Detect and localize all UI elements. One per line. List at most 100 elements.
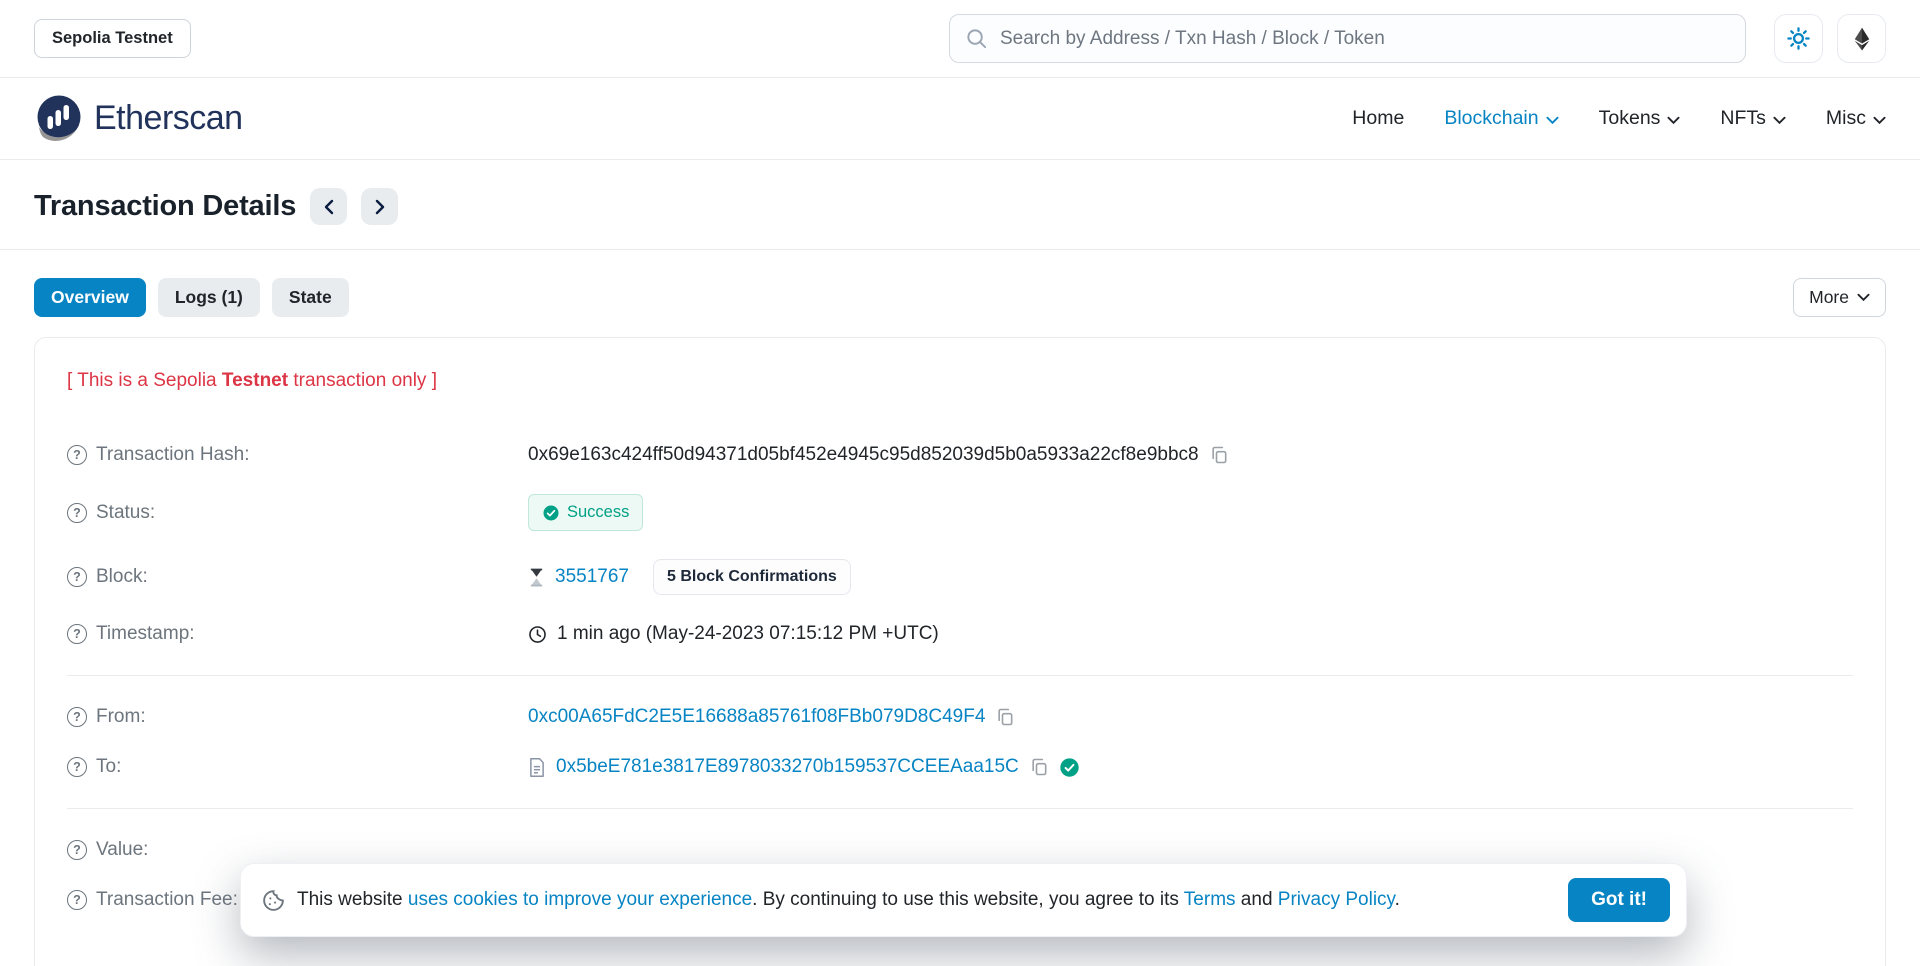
- etherscan-logo-icon: [34, 93, 84, 145]
- testnet-notice: [ This is a Sepolia Testnet transaction …: [67, 370, 1853, 392]
- row-label-text: To:: [96, 756, 121, 778]
- tabs-row: Overview Logs (1) State More: [0, 250, 1920, 317]
- row-from: ? From: 0xc00A65FdC2E5E16688a85761f08FBb…: [67, 692, 1853, 742]
- tab-logs[interactable]: Logs (1): [158, 278, 260, 317]
- top-bar: Sepolia Testnet: [0, 0, 1920, 78]
- nav-label: Home: [1352, 107, 1404, 130]
- row-value: 0x5beE781e3817E8978033270b159537CCEEAaa1…: [528, 756, 1080, 778]
- banner-text-part: .: [1395, 889, 1400, 910]
- row-label-text: Block:: [96, 566, 148, 588]
- row-label: ? Value:: [67, 839, 528, 861]
- nav-label: Tokens: [1599, 107, 1661, 130]
- cookie-banner-text: This website uses cookies to improve you…: [297, 889, 1400, 911]
- tab-state[interactable]: State: [272, 278, 349, 317]
- network-ethereum-button[interactable]: [1837, 14, 1886, 63]
- row-label-text: Status:: [96, 502, 155, 524]
- nav-label: NFTs: [1720, 107, 1766, 130]
- chevron-right-icon: [374, 199, 386, 215]
- row-to: ? To: 0x5beE781e3817E8978033270b159537CC…: [67, 742, 1853, 792]
- banner-text-part: This website: [297, 889, 408, 910]
- notice-text: transaction only ]: [288, 370, 437, 391]
- row-transaction-hash: ? Transaction Hash: 0x69e163c424ff50d943…: [67, 430, 1853, 480]
- chevron-down-icon: [1546, 116, 1559, 125]
- row-label-text: From:: [96, 706, 146, 728]
- row-label-text: Timestamp:: [96, 623, 195, 645]
- help-icon[interactable]: ?: [67, 840, 87, 860]
- status-badge: Success: [528, 494, 643, 531]
- cookie-accept-button[interactable]: Got it!: [1568, 878, 1670, 922]
- search-icon: [965, 27, 988, 50]
- help-icon[interactable]: ?: [67, 503, 87, 523]
- row-label-text: Transaction Fee:: [96, 889, 238, 911]
- cookies-info-link[interactable]: uses cookies to improve your experience: [408, 889, 752, 910]
- row-value: 0x69e163c424ff50d94371d05bf452e4945c95d8…: [528, 444, 1229, 466]
- nav-item-nfts[interactable]: NFTs: [1720, 107, 1786, 130]
- divider: [67, 808, 1853, 809]
- banner-text-part: . By continuing to use this website, you…: [752, 889, 1184, 910]
- help-icon[interactable]: ?: [67, 757, 87, 777]
- to-address-link[interactable]: 0x5beE781e3817E8978033270b159537CCEEAaa1…: [556, 756, 1019, 778]
- chevron-down-icon: [1857, 293, 1870, 302]
- copy-from-address-button[interactable]: [995, 707, 1015, 727]
- transaction-hash-value: 0x69e163c424ff50d94371d05bf452e4945c95d8…: [528, 444, 1199, 466]
- row-status: ? Status: Success: [67, 480, 1853, 545]
- timestamp-value: 1 min ago (May-24-2023 07:15:12 PM +UTC): [557, 623, 939, 645]
- copy-icon: [1029, 757, 1049, 777]
- previous-transaction-button[interactable]: [310, 188, 347, 225]
- tab-overview[interactable]: Overview: [34, 278, 146, 317]
- verified-check-icon: [1059, 757, 1080, 778]
- help-icon[interactable]: ?: [67, 445, 87, 465]
- etherscan-logo[interactable]: Etherscan: [34, 93, 243, 145]
- help-icon[interactable]: ?: [67, 890, 87, 910]
- help-icon[interactable]: ?: [67, 707, 87, 727]
- status-badge-text: Success: [567, 503, 629, 522]
- sun-icon: [1786, 26, 1811, 51]
- nav-item-tokens[interactable]: Tokens: [1599, 107, 1681, 130]
- row-label: ? Timestamp:: [67, 623, 528, 645]
- privacy-policy-link[interactable]: Privacy Policy: [1278, 889, 1395, 910]
- help-icon[interactable]: ?: [67, 624, 87, 644]
- search-input[interactable]: [949, 14, 1746, 63]
- ethereum-icon: [1849, 26, 1875, 52]
- nav-item-blockchain[interactable]: Blockchain: [1444, 107, 1558, 130]
- chevron-left-icon: [323, 199, 335, 215]
- block-confirmations-badge: 5 Block Confirmations: [653, 559, 851, 595]
- contract-file-icon: [528, 757, 546, 778]
- block-number-link[interactable]: 3551767: [555, 566, 629, 588]
- from-address-link[interactable]: 0xc00A65FdC2E5E16688a85761f08FBb079D8C49…: [528, 706, 985, 728]
- search-bar: [949, 14, 1746, 63]
- row-timestamp: ? Timestamp: 1 min ago (May-24-2023 07:1…: [67, 609, 1853, 659]
- terms-link[interactable]: Terms: [1184, 889, 1236, 910]
- title-section: Transaction Details: [0, 160, 1920, 250]
- more-button[interactable]: More: [1793, 278, 1886, 317]
- main-header: Etherscan Home Blockchain Tokens NFTs Mi…: [0, 78, 1920, 160]
- copy-hash-button[interactable]: [1209, 445, 1229, 465]
- row-label: ? Transaction Hash:: [67, 444, 528, 466]
- divider: [67, 675, 1853, 676]
- row-label: ? From:: [67, 706, 528, 728]
- row-label: ? Status:: [67, 502, 528, 524]
- main-nav: Home Blockchain Tokens NFTs Misc: [1352, 107, 1886, 130]
- notice-bold-text: Testnet: [222, 370, 288, 391]
- copy-icon: [1209, 445, 1229, 465]
- clock-icon: [528, 625, 547, 644]
- help-icon[interactable]: ?: [67, 567, 87, 587]
- row-label: ? To:: [67, 756, 528, 778]
- network-selector-button[interactable]: Sepolia Testnet: [34, 19, 191, 58]
- hourglass-icon: [528, 568, 545, 587]
- theme-toggle-button[interactable]: [1774, 14, 1823, 63]
- row-label-text: Value:: [96, 839, 148, 861]
- etherscan-logo-text: Etherscan: [94, 99, 243, 138]
- nav-item-home[interactable]: Home: [1352, 107, 1404, 130]
- check-circle-icon: [542, 504, 560, 522]
- nav-item-misc[interactable]: Misc: [1826, 107, 1886, 130]
- chevron-down-icon: [1667, 116, 1680, 125]
- copy-to-address-button[interactable]: [1029, 757, 1049, 777]
- row-value: 1 min ago (May-24-2023 07:15:12 PM +UTC): [528, 623, 939, 645]
- nav-label: Blockchain: [1444, 107, 1538, 130]
- banner-text-part: and: [1236, 889, 1278, 910]
- chevron-down-icon: [1873, 116, 1886, 125]
- row-block: ? Block: 3551767 5 Block Confirmations: [67, 545, 1853, 609]
- next-transaction-button[interactable]: [361, 188, 398, 225]
- copy-icon: [995, 707, 1015, 727]
